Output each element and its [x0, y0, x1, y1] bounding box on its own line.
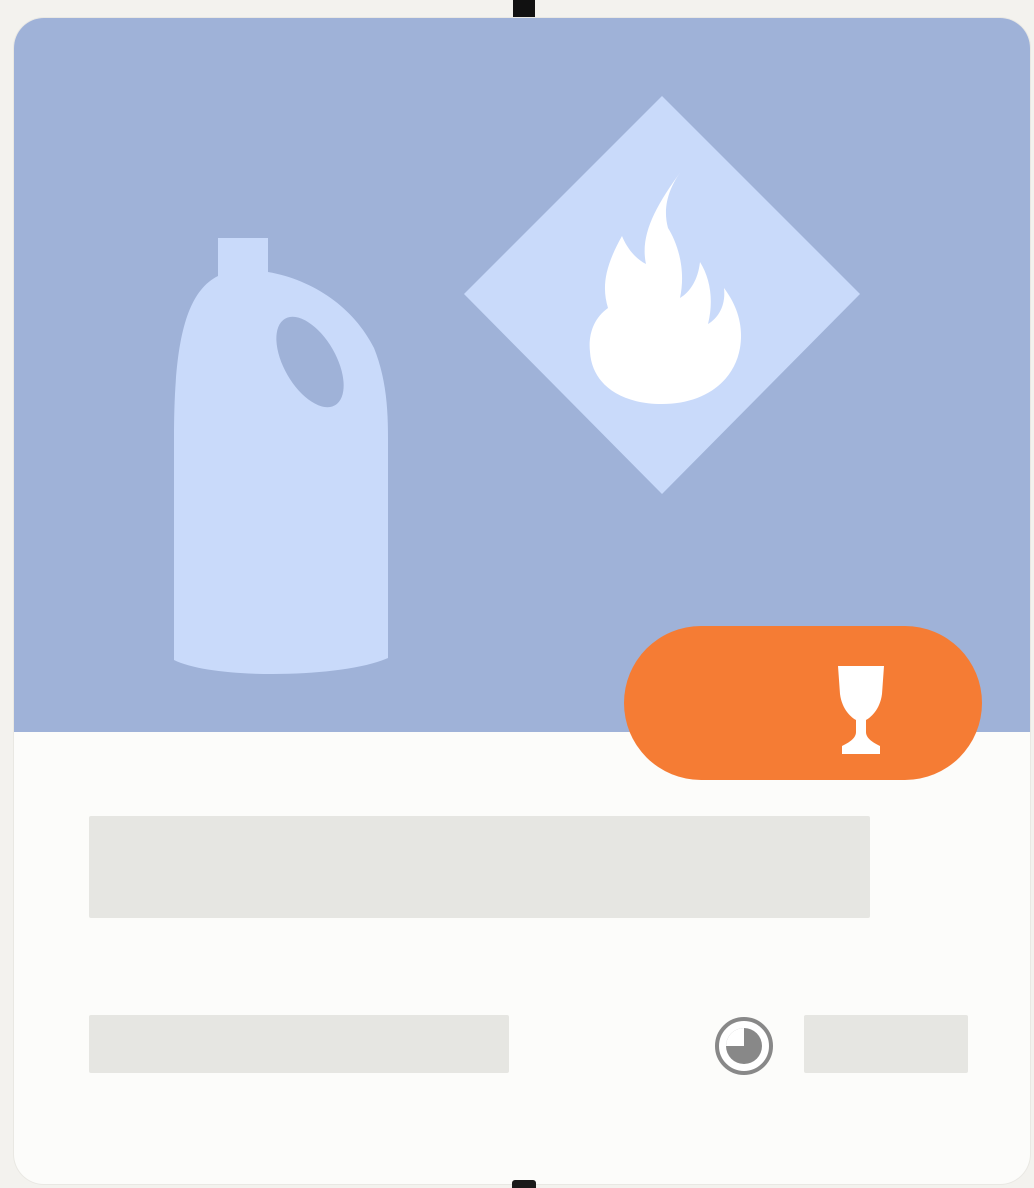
product-card[interactable]	[14, 18, 1030, 1184]
card-meta-placeholder	[89, 1015, 509, 1073]
card-title-placeholder	[89, 816, 870, 918]
card-hero-image	[14, 18, 1030, 732]
connector-bottom	[512, 1180, 536, 1188]
clock-icon	[715, 1017, 773, 1075]
goblet-icon	[838, 666, 884, 754]
card-time-placeholder	[804, 1015, 968, 1073]
bottle-icon	[174, 238, 388, 675]
category-badge[interactable]	[624, 626, 982, 780]
